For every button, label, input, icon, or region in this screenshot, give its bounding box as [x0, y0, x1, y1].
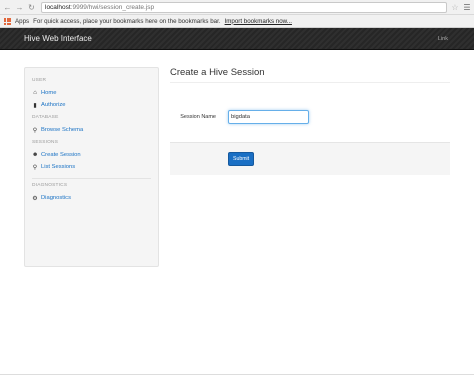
page-content: USER ⌂ Home ▮ Authorize DATABASE ⚲ Brows… — [0, 50, 474, 375]
sidebar-item-label: Create Session — [41, 152, 81, 158]
sidebar-item-label: List Sessions — [41, 164, 76, 170]
sidebar-item-list-sessions[interactable]: ⚲ List Sessions — [32, 161, 151, 173]
session-name-row: Session Name — [170, 110, 450, 124]
forward-icon[interactable]: → — [15, 3, 24, 12]
sidebar: USER ⌂ Home ▮ Authorize DATABASE ⚲ Brows… — [24, 67, 159, 267]
bookmarks-hint: For quick access, place your bookmarks h… — [33, 17, 221, 25]
url-path: :9999/hwi/session_create.jsp — [70, 3, 155, 11]
submit-button[interactable]: Submit — [228, 152, 255, 166]
browser-toolbar: ← → ↻ localhost:9999/hwi/session_create.… — [0, 0, 474, 15]
sidebar-header-sessions: SESSIONS — [32, 140, 59, 145]
page-title: Create a Hive Session — [170, 67, 450, 83]
sidebar-item-create-session[interactable]: ☻ Create Session — [32, 149, 151, 161]
sidebar-item-label: Home — [41, 90, 57, 96]
import-bookmarks-link[interactable]: Import bookmarks now... — [225, 18, 292, 25]
lock-icon: ▮ — [33, 102, 37, 109]
sidebar-item-label: Authorize — [41, 102, 66, 108]
reload-icon[interactable]: ↻ — [27, 3, 36, 12]
url-host: localhost — [45, 3, 71, 11]
session-name-input[interactable] — [228, 110, 309, 124]
apps-link[interactable]: Apps — [15, 18, 29, 25]
search-icon: ⚲ — [32, 127, 38, 134]
sidebar-header-diagnostics: DIAGNOSTICS — [32, 183, 68, 188]
navbar-link[interactable]: Link — [438, 36, 450, 42]
bookmarks-bar: Apps For quick access, place your bookma… — [0, 15, 474, 28]
session-name-label: Session Name — [180, 114, 216, 120]
sidebar-item-home[interactable]: ⌂ Home — [32, 87, 151, 99]
back-icon[interactable]: ← — [3, 3, 12, 12]
home-icon: ⌂ — [33, 90, 37, 96]
sidebar-item-label: Diagnostics — [41, 195, 71, 201]
search-icon: ⚲ — [32, 164, 38, 171]
address-bar[interactable]: localhost:9999/hwi/session_create.jsp — [41, 1, 447, 13]
sidebar-item-diagnostics[interactable]: ⚙ Diagnostics — [32, 192, 151, 204]
sidebar-item-label: Browse Schema — [41, 127, 84, 133]
sidebar-header-user: USER — [32, 78, 47, 83]
sidebar-item-authorize[interactable]: ▮ Authorize — [32, 99, 151, 111]
app-navbar: Hive Web Interface Link — [0, 28, 474, 50]
sidebar-item-browse-schema[interactable]: ⚲ Browse Schema — [32, 124, 151, 136]
browser-menu-icon[interactable]: ☰ — [463, 3, 471, 12]
sidebar-header-database: DATABASE — [32, 115, 59, 120]
cog-icon: ⚙ — [32, 195, 38, 202]
brand-title[interactable]: Hive Web Interface — [24, 34, 92, 43]
user-icon: ☻ — [32, 152, 39, 158]
sidebar-divider — [32, 178, 151, 179]
bookmark-star-icon[interactable]: ☆ — [450, 3, 460, 12]
form-actions: Submit — [170, 142, 450, 175]
apps-grid-icon[interactable] — [4, 17, 11, 25]
main-panel: Create a Hive Session Session Name Submi… — [170, 67, 450, 175]
